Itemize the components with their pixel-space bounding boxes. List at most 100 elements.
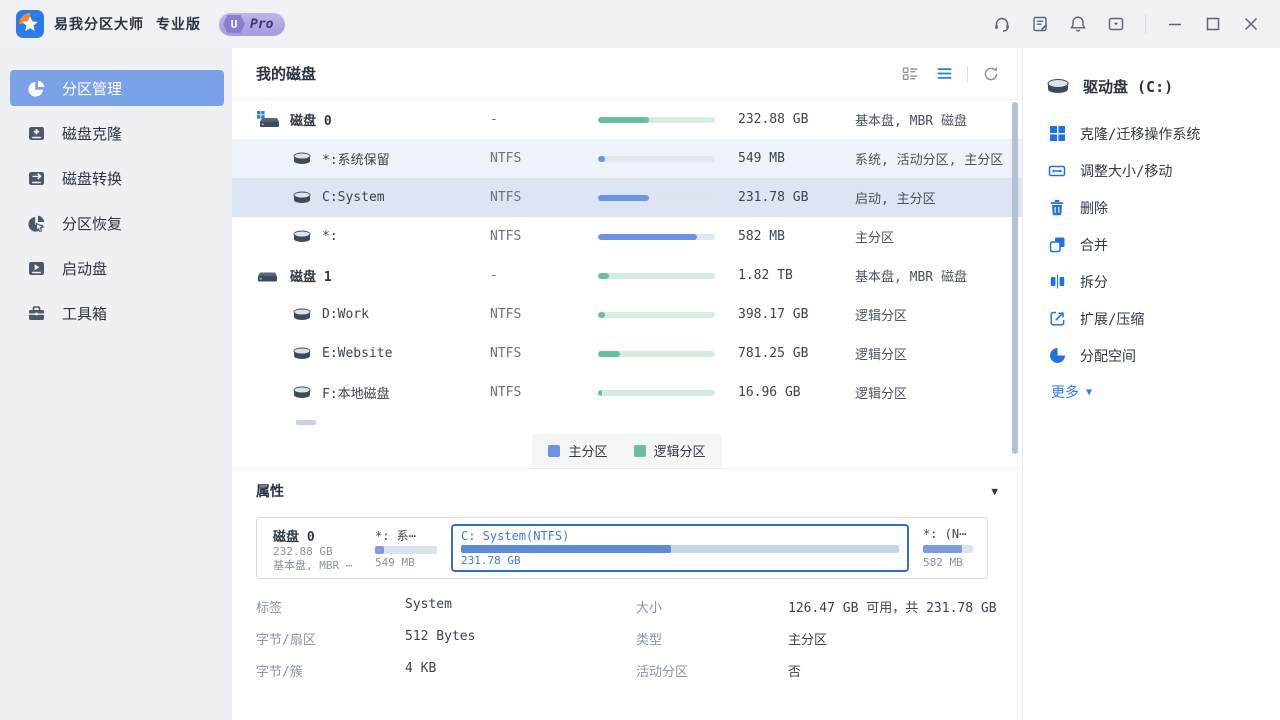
disk-map-size: 232.88 GB <box>273 545 361 559</box>
flags-cell: 主分区 <box>837 227 1022 246</box>
table-row[interactable]: F:本地磁盘 NTFS 16.96 GB 逻辑分区 <box>232 373 1022 412</box>
action-clone-migrate-os[interactable]: 克隆/迁移操作系统 <box>1023 115 1280 152</box>
action-split[interactable]: 拆分 <box>1023 263 1280 300</box>
detail-value: 126.47 GB 可用，共 231.78 GB <box>788 597 998 616</box>
pro-badge-label: Pro <box>250 17 273 32</box>
clipped-row-fragment <box>296 420 316 425</box>
titlebar-separator <box>1145 14 1146 34</box>
sidebar-item-label: 磁盘克隆 <box>62 123 122 144</box>
usage-bar <box>598 195 715 201</box>
disk-map-partition-selected[interactable]: C: System(NTFS) 231.78 GB <box>451 524 909 572</box>
size-cell: 231.78 GB <box>715 190 837 205</box>
usage-bar <box>598 312 715 318</box>
notifications-bell-icon[interactable] <box>1063 9 1093 39</box>
card-view-icon[interactable] <box>899 63 921 85</box>
partition-icon <box>292 229 312 244</box>
usage-bar <box>598 234 715 240</box>
chevron-down-icon: ▼ <box>1086 387 1092 398</box>
disk-table: 磁盘 0 - 232.88 GB 基本盘, MBR 磁盘 <box>232 100 1022 468</box>
partition-recover-icon <box>26 213 46 233</box>
detail-label: 标签 <box>256 597 405 616</box>
sidebar-item-boot-disk[interactable]: 启动盘 <box>10 250 224 286</box>
usage-bar <box>598 273 715 279</box>
partition-name: E:Website <box>322 346 392 361</box>
app-logo-icon <box>16 10 44 38</box>
support-headset-icon[interactable] <box>987 9 1017 39</box>
action-resize-move[interactable]: 调整大小/移动 <box>1023 152 1280 189</box>
filesystem-cell: NTFS <box>490 151 598 166</box>
flags-cell: 系统, 活动分区, 主分区 <box>837 149 1022 168</box>
legend-logical: 逻辑分区 <box>634 441 706 460</box>
feedback-note-icon[interactable] <box>1025 9 1055 39</box>
pie-chart-icon <box>26 78 46 98</box>
flags-cell: 启动, 主分区 <box>837 188 1022 207</box>
selected-drive-label: 驱动盘 (C:) <box>1083 76 1173 97</box>
partition-name: D:Work <box>322 307 369 322</box>
size-cell: 398.17 GB <box>715 307 837 322</box>
table-row[interactable]: D:Work NTFS 398.17 GB 逻辑分区 <box>232 295 1022 334</box>
table-row[interactable]: 磁盘 1 - 1.82 TB 基本盘, MBR 磁盘 <box>232 256 1022 295</box>
list-view-icon[interactable] <box>933 63 955 85</box>
page-title: 我的磁盘 <box>256 63 316 84</box>
action-delete[interactable]: 删除 <box>1023 189 1280 226</box>
menu-dropdown-icon[interactable] <box>1101 9 1131 39</box>
action-panel: 驱动盘 (C:) 克隆/迁移操作系统 <box>1022 48 1280 720</box>
disk-name: 磁盘 1 <box>290 266 332 285</box>
size-cell: 16.96 GB <box>715 385 837 400</box>
table-row[interactable]: E:Website NTFS 781.25 GB 逻辑分区 <box>232 334 1022 373</box>
allocate-space-icon <box>1048 347 1066 365</box>
disk-icon <box>256 266 280 285</box>
action-allocate-space[interactable]: 分配空间 <box>1023 337 1280 374</box>
maximize-button[interactable] <box>1198 9 1228 39</box>
disk-map-partition[interactable]: *: 系⋯ 549 MB <box>369 524 443 572</box>
filesystem-cell: NTFS <box>490 346 598 361</box>
filesystem-cell: NTFS <box>490 385 598 400</box>
merge-icon <box>1048 236 1066 254</box>
action-merge[interactable]: 合并 <box>1023 226 1280 263</box>
partition-legend: 主分区 逻辑分区 <box>232 434 1022 467</box>
logical-swatch <box>634 445 646 457</box>
pro-badge: U Pro <box>219 13 285 36</box>
vertical-scrollbar[interactable] <box>1012 102 1018 454</box>
detail-value: System <box>405 597 636 616</box>
partition-name: C:System <box>322 190 385 205</box>
table-row[interactable]: *:系统保留 NTFS 549 MB 系统, 活动分区, 主分区 <box>232 139 1022 178</box>
sidebar-item-label: 分区恢复 <box>62 213 122 234</box>
sidebar: 分区管理 磁盘克隆 <box>0 48 232 720</box>
detail-label: 大小 <box>636 597 788 616</box>
app-title: 易我分区大师 <box>54 14 144 34</box>
sidebar-item-disk-convert[interactable]: 磁盘转换 <box>10 160 224 196</box>
sidebar-item-label: 工具箱 <box>62 303 107 324</box>
action-extend-shrink[interactable]: 扩展/压缩 <box>1023 300 1280 337</box>
disk-map-partition[interactable]: *: (N⋯ 582 MB <box>917 524 979 572</box>
disk-name: 磁盘 0 <box>290 110 332 129</box>
boot-disk-icon <box>26 258 46 278</box>
detail-value: 主分区 <box>788 629 998 648</box>
main-header: 我的磁盘 <box>232 48 1022 100</box>
main-panel: 我的磁盘 <box>232 48 1022 720</box>
usage-bar <box>598 390 715 396</box>
trash-icon <box>1048 199 1066 217</box>
disk-map-name: 磁盘 0 <box>273 526 361 545</box>
filesystem-cell: NTFS <box>490 190 598 205</box>
table-row[interactable]: *: NTFS 582 MB 主分区 <box>232 217 1022 256</box>
table-row-selected[interactable]: C:System NTFS 231.78 GB 启动, 主分区 <box>232 178 1022 217</box>
more-actions-link[interactable]: 更多 ▼ <box>1023 382 1280 402</box>
minimize-button[interactable] <box>1160 9 1190 39</box>
toolbox-icon <box>26 303 46 323</box>
collapse-arrow-icon[interactable]: ▼ <box>991 485 998 498</box>
sidebar-item-toolbox[interactable]: 工具箱 <box>10 295 224 331</box>
table-row[interactable]: 磁盘 0 - 232.88 GB 基本盘, MBR 磁盘 <box>232 100 1022 139</box>
detail-label: 类型 <box>636 629 788 648</box>
usage-bar <box>598 117 715 123</box>
sidebar-item-partition-recover[interactable]: 分区恢复 <box>10 205 224 241</box>
refresh-icon[interactable] <box>980 63 1002 85</box>
properties-title: 属性 <box>256 481 284 501</box>
close-button[interactable] <box>1236 9 1266 39</box>
sidebar-item-partition-manage[interactable]: 分区管理 <box>10 70 224 106</box>
system-disk-icon <box>256 110 280 129</box>
filesystem-cell: - <box>490 112 598 127</box>
sidebar-item-label: 分区管理 <box>62 78 122 99</box>
filesystem-cell: - <box>490 268 598 283</box>
sidebar-item-disk-clone[interactable]: 磁盘克隆 <box>10 115 224 151</box>
